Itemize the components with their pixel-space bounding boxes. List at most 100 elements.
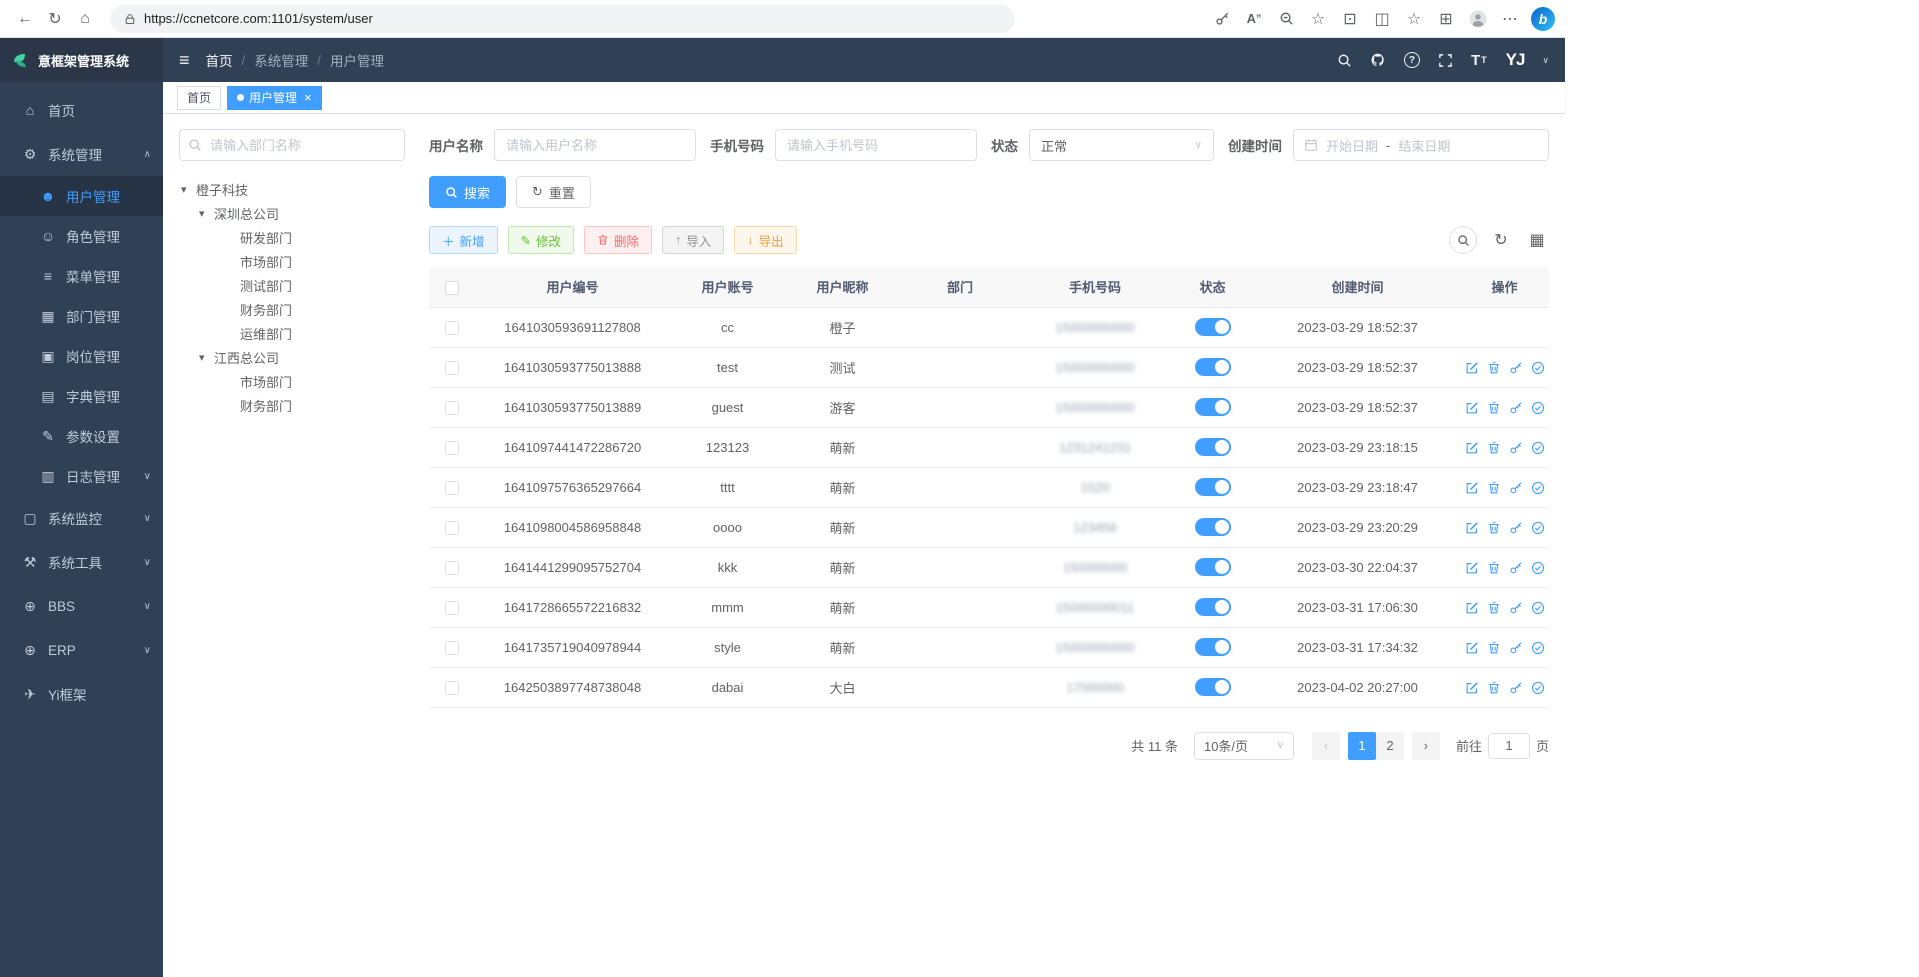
sidebar-item-tools[interactable]: ⚒系统工具∨ <box>0 540 163 584</box>
row-checkbox[interactable] <box>445 361 459 375</box>
password-key-icon[interactable] <box>1207 5 1237 33</box>
next-page-button[interactable]: › <box>1412 732 1440 760</box>
row-checkbox[interactable] <box>445 481 459 495</box>
edit-button[interactable]: ✎修改 <box>508 226 575 254</box>
export-button[interactable]: ↓导出 <box>734 226 796 254</box>
edit-icon[interactable] <box>1465 441 1479 455</box>
delete-icon[interactable] <box>1487 561 1501 575</box>
tree-node[interactable]: 市场部门 <box>179 369 405 393</box>
sidebar-item-user[interactable]: ☻用户管理 <box>0 176 163 216</box>
status-toggle[interactable] <box>1195 398 1231 416</box>
delete-icon[interactable] <box>1487 521 1501 535</box>
column-settings-icon[interactable]: ▦ <box>1525 226 1549 254</box>
row-checkbox[interactable] <box>445 401 459 415</box>
check-circle-icon[interactable] <box>1531 641 1545 655</box>
row-checkbox[interactable] <box>445 321 459 335</box>
select-all-checkbox[interactable] <box>445 281 459 295</box>
delete-icon[interactable] <box>1487 641 1501 655</box>
breadcrumb-item[interactable]: 首页 <box>206 50 233 70</box>
row-checkbox[interactable] <box>445 561 459 575</box>
tree-node[interactable]: ▾橙子科技 <box>179 177 405 201</box>
row-checkbox[interactable] <box>445 601 459 615</box>
reset-password-icon[interactable] <box>1509 641 1523 655</box>
reset-password-icon[interactable] <box>1509 401 1523 415</box>
chevron-down-icon[interactable]: ∨ <box>1542 55 1549 66</box>
delete-icon[interactable] <box>1487 401 1501 415</box>
breadcrumb-item[interactable]: 系统管理 <box>254 50 308 70</box>
status-toggle[interactable] <box>1195 678 1231 696</box>
sidebar-item-erp[interactable]: ⊕ERP∨ <box>0 628 163 672</box>
breadcrumb-item[interactable]: 用户管理 <box>330 50 384 70</box>
sidebar-item-home[interactable]: ⌂首页 <box>0 88 163 132</box>
delete-icon[interactable] <box>1487 601 1501 615</box>
prev-page-button[interactable]: ‹ <box>1312 732 1340 760</box>
check-circle-icon[interactable] <box>1531 681 1545 695</box>
status-toggle[interactable] <box>1195 478 1231 496</box>
tree-node[interactable]: ▾江西总公司 <box>179 345 405 369</box>
delete-icon[interactable] <box>1487 681 1501 695</box>
sidebar-item-system[interactable]: ⚙系统管理∧ <box>0 132 163 176</box>
row-checkbox[interactable] <box>445 521 459 535</box>
check-circle-icon[interactable] <box>1531 441 1545 455</box>
status-toggle[interactable] <box>1195 598 1231 616</box>
status-toggle[interactable] <box>1195 358 1231 376</box>
sidebar-toggle-icon[interactable]: ≡ <box>179 50 190 71</box>
toggle-search-icon[interactable] <box>1449 226 1477 254</box>
page-button-2[interactable]: 2 <box>1376 732 1404 760</box>
search-button[interactable]: 搜索 <box>429 176 506 208</box>
collections-icon[interactable]: ⊞ <box>1431 5 1461 33</box>
back-icon[interactable]: ← <box>10 5 40 33</box>
tree-node[interactable]: 运维部门 <box>179 321 405 345</box>
date-range-picker[interactable]: 开始日期 - 结束日期 <box>1293 129 1549 161</box>
more-options-icon[interactable]: ⋯ <box>1495 5 1525 33</box>
sidebar-item-yi[interactable]: ✈Yi框架 <box>0 672 163 716</box>
status-toggle[interactable] <box>1195 438 1231 456</box>
check-circle-icon[interactable] <box>1531 601 1545 615</box>
edit-icon[interactable] <box>1465 681 1479 695</box>
sidebar-item-dict[interactable]: ▤字典管理 <box>0 376 163 416</box>
tab-user[interactable]: 用户管理× <box>227 86 322 110</box>
sidebar-item-bbs[interactable]: ⊕BBS∨ <box>0 584 163 628</box>
edit-icon[interactable] <box>1465 401 1479 415</box>
check-circle-icon[interactable] <box>1531 361 1545 375</box>
check-circle-icon[interactable] <box>1531 401 1545 415</box>
delete-icon[interactable] <box>1487 361 1501 375</box>
profile-avatar[interactable] <box>1463 5 1493 33</box>
row-checkbox[interactable] <box>445 681 459 695</box>
edit-icon[interactable] <box>1465 561 1479 575</box>
edit-icon[interactable] <box>1465 641 1479 655</box>
edit-icon[interactable] <box>1465 361 1479 375</box>
font-size-icon[interactable]: TT <box>1471 52 1488 69</box>
reset-password-icon[interactable] <box>1509 601 1523 615</box>
reset-password-icon[interactable] <box>1509 681 1523 695</box>
reset-password-icon[interactable] <box>1509 481 1523 495</box>
edit-icon[interactable] <box>1465 481 1479 495</box>
help-icon[interactable]: ? <box>1404 52 1420 68</box>
edit-icon[interactable] <box>1465 521 1479 535</box>
refresh-icon[interactable]: ↻ <box>40 5 70 33</box>
copilot-icon[interactable]: b <box>1531 7 1555 31</box>
address-bar[interactable]: https://ccnetcore.com:1101/system/user <box>110 5 1015 33</box>
tab-home[interactable]: 首页 <box>177 86 221 110</box>
page-button-1[interactable]: 1 <box>1348 732 1376 760</box>
check-circle-icon[interactable] <box>1531 481 1545 495</box>
delete-icon[interactable] <box>1487 441 1501 455</box>
delete-icon[interactable] <box>1487 481 1501 495</box>
tree-node[interactable]: 市场部门 <box>179 249 405 273</box>
row-checkbox[interactable] <box>445 441 459 455</box>
user-avatar[interactable]: YJ <box>1506 50 1525 70</box>
tree-node[interactable]: 研发部门 <box>179 225 405 249</box>
check-circle-icon[interactable] <box>1531 521 1545 535</box>
refresh-table-icon[interactable]: ↻ <box>1489 226 1513 254</box>
status-toggle[interactable] <box>1195 638 1231 656</box>
fullscreen-icon[interactable] <box>1438 53 1453 68</box>
tree-node[interactable]: ▾深圳总公司 <box>179 201 405 225</box>
browser-home-icon[interactable]: ⌂ <box>70 5 100 33</box>
read-aloud-icon[interactable]: A” <box>1239 5 1269 33</box>
page-size-select[interactable]: 10条/页 ∨ <box>1194 732 1294 760</box>
row-checkbox[interactable] <box>445 641 459 655</box>
close-icon[interactable]: × <box>304 91 312 104</box>
check-circle-icon[interactable] <box>1531 561 1545 575</box>
favorites-icon[interactable]: ☆ <box>1399 5 1429 33</box>
username-input[interactable] <box>494 129 696 161</box>
